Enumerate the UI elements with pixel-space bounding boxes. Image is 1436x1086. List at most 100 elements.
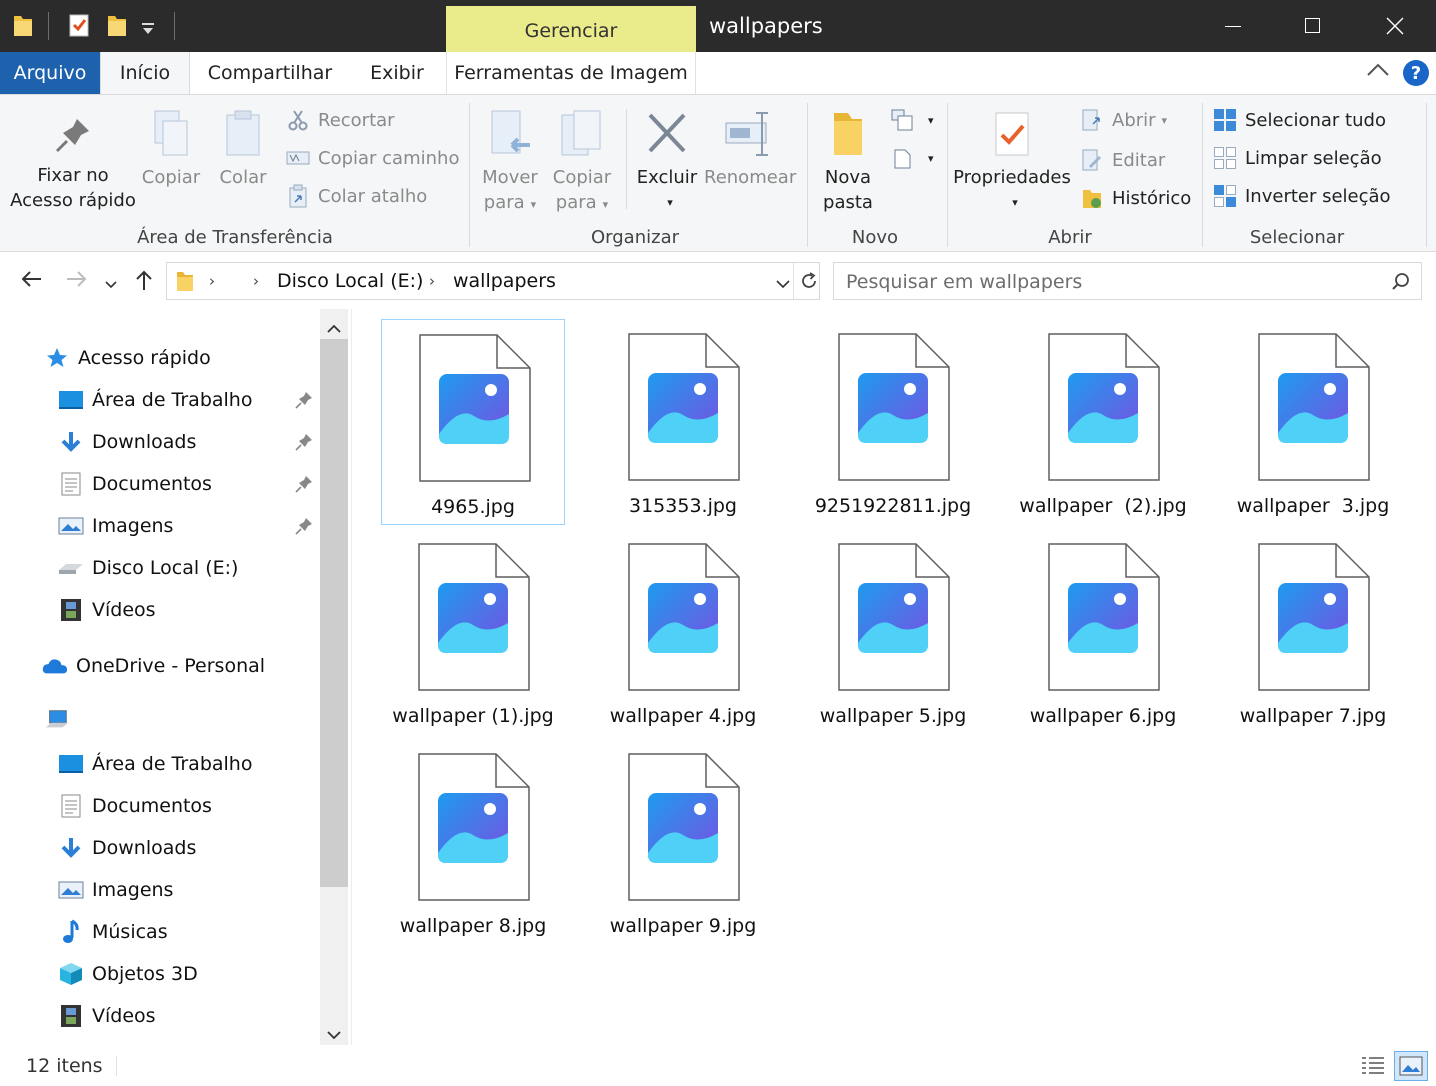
chevron-down-icon	[327, 1031, 341, 1040]
folder-icon[interactable]	[12, 12, 34, 42]
file-item[interactable]: wallpaper 3.jpg	[1221, 319, 1405, 525]
customize-quick-access-icon[interactable]	[140, 20, 156, 39]
scroll-up-button[interactable]	[327, 319, 341, 338]
divider	[626, 109, 627, 209]
nav-pc-videos[interactable]: Vídeos	[58, 996, 156, 1036]
select-all-button[interactable]: Selecionar tudo	[1213, 105, 1386, 135]
move-to-icon	[491, 110, 530, 154]
search-box[interactable]: Pesquisar em wallpapers	[833, 262, 1422, 300]
tab-home[interactable]: Início	[100, 52, 190, 94]
file-item[interactable]: wallpaper 4.jpg	[591, 529, 775, 735]
edit-button[interactable]: Editar	[1080, 145, 1165, 175]
paste-button[interactable]: Colar	[212, 109, 274, 190]
divider	[793, 263, 794, 299]
paste-shortcut-button[interactable]: Colar atalho	[286, 181, 427, 211]
properties-button[interactable]: Propriedades ▾	[952, 109, 1072, 215]
file-item[interactable]: 315353.jpg	[591, 319, 775, 525]
new-item-button[interactable]: ▾	[890, 105, 934, 135]
nav-pc-downloads[interactable]: Downloads	[58, 828, 196, 868]
collapse-ribbon-button[interactable]	[1366, 62, 1390, 82]
divider	[116, 1056, 117, 1076]
nav-quick-access[interactable]: Acesso rápido	[44, 338, 211, 378]
music-icon	[58, 919, 84, 945]
file-item[interactable]: wallpaper (2).jpg	[1011, 319, 1195, 525]
pin-icon[interactable]	[294, 390, 314, 410]
file-item[interactable]: wallpaper 9.jpg	[591, 739, 775, 945]
address-history-button[interactable]	[775, 276, 791, 295]
paste-icon	[226, 110, 260, 156]
breadcrumb-folder[interactable]: wallpapers	[453, 270, 556, 292]
file-item[interactable]: wallpaper 8.jpg	[381, 739, 565, 945]
file-item[interactable]: wallpaper (1).jpg	[381, 529, 565, 735]
delete-button[interactable]: Excluir ▾	[634, 109, 700, 215]
up-button[interactable]	[134, 269, 154, 295]
scrollbar-thumb[interactable]	[320, 339, 348, 887]
large-icons-view-button[interactable]	[1394, 1051, 1428, 1081]
scroll-down-button[interactable]	[327, 1025, 341, 1044]
file-item[interactable]: wallpaper 6.jpg	[1011, 529, 1195, 735]
file-item[interactable]: wallpaper 7.jpg	[1221, 529, 1405, 735]
nav-pc-desktop[interactable]: Área de Trabalho	[58, 744, 252, 784]
nav-label: Documentos	[92, 473, 212, 495]
refresh-button[interactable]	[799, 271, 819, 295]
nav-item-local-disk[interactable]: Disco Local (E:)	[58, 548, 238, 588]
nav-item-documents[interactable]: Documentos	[58, 464, 212, 504]
new-folder-icon[interactable]	[106, 12, 128, 42]
pin-icon[interactable]	[294, 432, 314, 452]
new-folder-button[interactable]: Nova pasta	[816, 109, 880, 215]
pin-quick-access-button[interactable]: Fixar no Acesso rápido	[8, 113, 138, 213]
back-button[interactable]	[20, 269, 42, 293]
close-button[interactable]	[1360, 0, 1430, 52]
select-none-icon	[1213, 146, 1237, 170]
tab-view[interactable]: Exibir	[350, 52, 444, 94]
easy-access-button[interactable]: ▾	[890, 143, 934, 173]
delete-dropdown-icon[interactable]: ▾	[640, 190, 700, 215]
forward-button[interactable]	[66, 269, 88, 293]
copy-to-button[interactable]: Copiar para ▾	[550, 109, 614, 217]
history-icon	[1080, 186, 1104, 210]
properties-dropdown-icon[interactable]: ▾	[958, 190, 1072, 215]
details-view-button[interactable]	[1360, 1054, 1386, 1082]
invert-selection-button[interactable]: Inverter seleção	[1213, 181, 1391, 211]
tab-file[interactable]: Arquivo	[0, 52, 100, 94]
pin-icon[interactable]	[294, 516, 314, 536]
nav-this-pc[interactable]	[44, 700, 78, 740]
maximize-button[interactable]	[1278, 0, 1348, 52]
nav-pc-music[interactable]: Músicas	[58, 912, 168, 952]
breadcrumb-chevron-icon[interactable]: ›	[253, 272, 259, 290]
recent-locations-button[interactable]	[104, 275, 118, 294]
open-button[interactable]: Abrir ▾	[1080, 105, 1167, 135]
nav-onedrive[interactable]: OneDrive - Personal	[42, 646, 265, 686]
properties-icon[interactable]	[68, 12, 90, 42]
breadcrumb-chevron-icon[interactable]: ›	[209, 272, 215, 290]
nav-item-pictures[interactable]: Imagens	[58, 506, 173, 546]
file-item[interactable]: 9251922811.jpg	[801, 319, 985, 525]
breadcrumb-chevron-icon[interactable]: ›	[429, 272, 435, 290]
cut-button[interactable]: Recortar	[286, 105, 395, 135]
select-all-label: Selecionar tudo	[1245, 109, 1386, 131]
nav-item-downloads[interactable]: Downloads	[58, 422, 196, 462]
rename-button[interactable]: Renomear	[704, 109, 796, 190]
copy-path-button[interactable]: Copiar caminho	[286, 143, 459, 173]
nav-pc-documents[interactable]: Documentos	[58, 786, 212, 826]
nav-pc-pictures[interactable]: Imagens	[58, 870, 173, 910]
nav-item-videos[interactable]: Vídeos	[58, 590, 156, 630]
copy-button[interactable]: Copiar	[140, 109, 202, 190]
tab-share[interactable]: Compartilhar	[196, 52, 344, 94]
tab-image-tools[interactable]: Ferramentas de Imagem	[446, 52, 696, 94]
image-file-icon	[1048, 333, 1160, 481]
history-button[interactable]: Histórico	[1080, 183, 1191, 213]
breadcrumb-drive[interactable]: Disco Local (E:)	[277, 270, 423, 292]
tab-manage[interactable]: Gerenciar	[446, 6, 696, 52]
address-bar[interactable]: › › Disco Local (E:) › wallpapers	[166, 262, 820, 300]
pin-icon[interactable]	[294, 474, 314, 494]
nav-item-desktop[interactable]: Área de Trabalho	[58, 380, 252, 420]
file-item[interactable]: wallpaper 5.jpg	[801, 529, 985, 735]
nav-pc-3d-objects[interactable]: Objetos 3D	[58, 954, 198, 994]
file-item[interactable]: 4965.jpg	[381, 319, 565, 525]
pictures-icon	[58, 877, 84, 903]
move-to-button[interactable]: Mover para ▾	[478, 109, 542, 217]
minimize-button[interactable]	[1198, 0, 1268, 52]
select-none-button[interactable]: Limpar seleção	[1213, 143, 1382, 173]
help-button[interactable]: ?	[1403, 60, 1429, 86]
